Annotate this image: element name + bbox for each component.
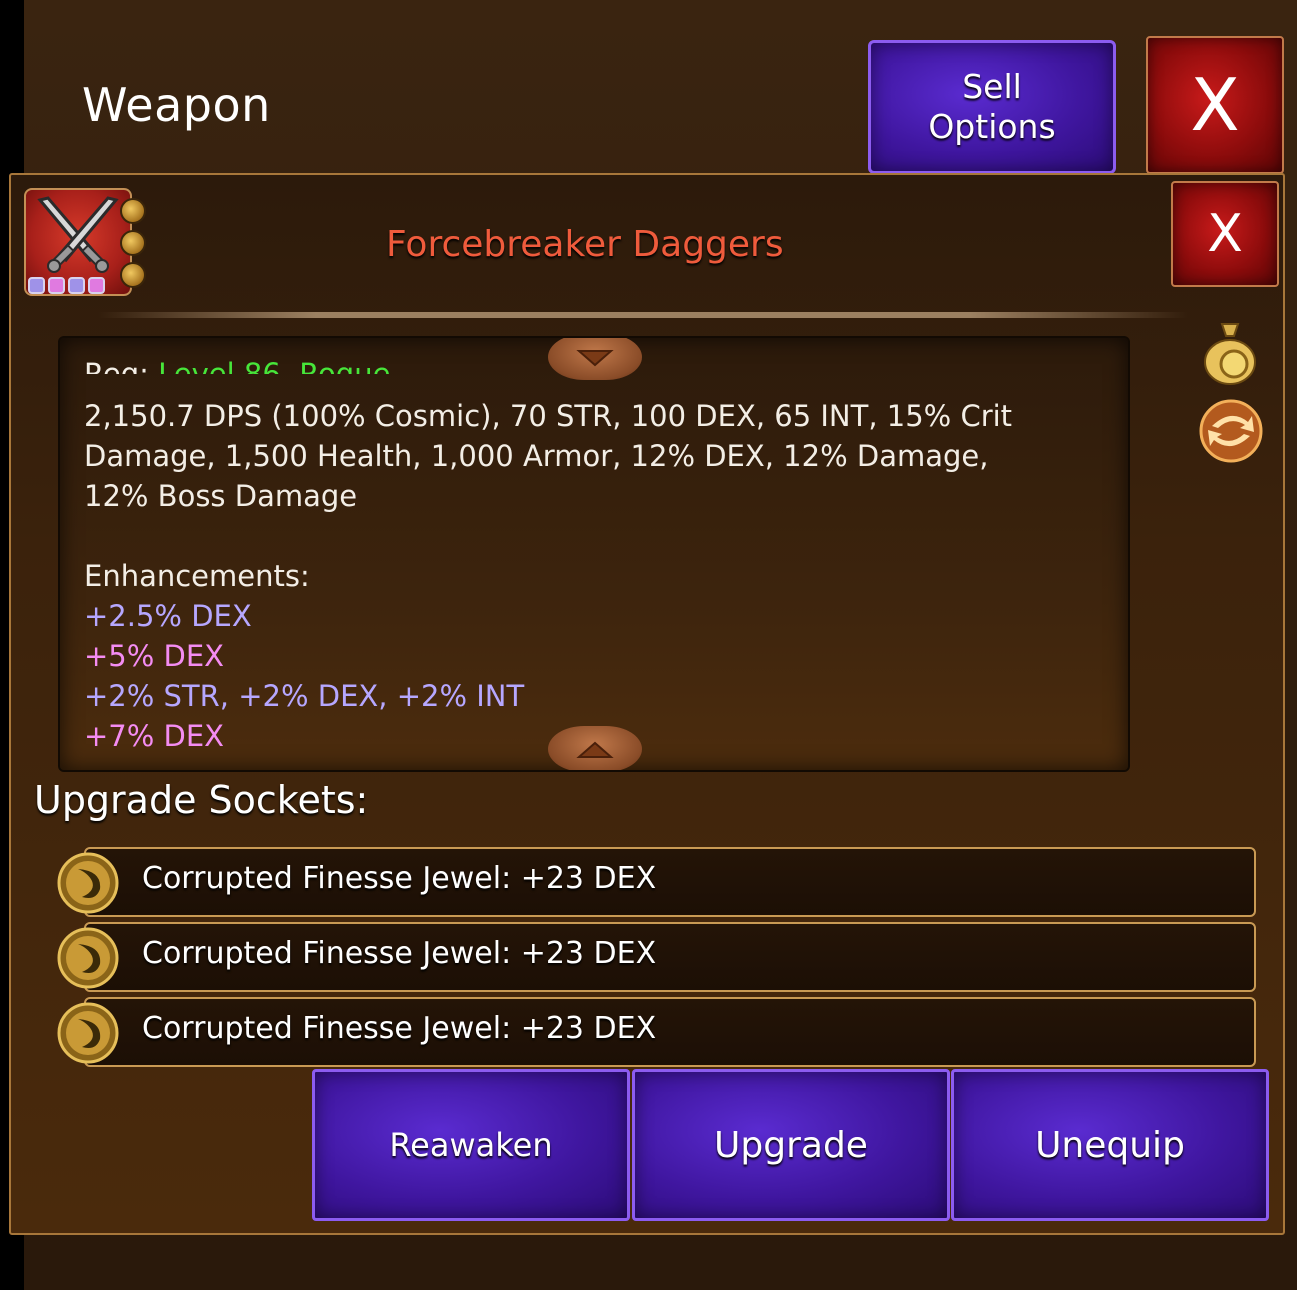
jewel-icon xyxy=(56,851,120,915)
enhancement-gem xyxy=(48,277,65,294)
close-icon: X xyxy=(1190,63,1240,147)
gold-bag-icon[interactable] xyxy=(1200,318,1260,386)
socket-label: Corrupted Finesse Jewel: +23 DEX xyxy=(142,861,657,896)
stats-line: 12% Boss Damage xyxy=(84,479,358,513)
close-icon: X xyxy=(1207,204,1243,264)
divider xyxy=(98,312,1188,318)
scroll-up-button[interactable] xyxy=(548,338,642,380)
enhancement-gem xyxy=(68,277,85,294)
enhancement-line: +2.5% DEX xyxy=(84,599,252,633)
chevron-up-icon xyxy=(576,741,614,758)
sockets-title: Upgrade Sockets: xyxy=(34,778,369,822)
socket-row[interactable]: Corrupted Finesse Jewel: +23 DEX xyxy=(84,922,1256,992)
stats-line: Damage, 1,500 Health, 1,000 Armor, 12% D… xyxy=(84,439,989,473)
jewel-icon xyxy=(56,1001,120,1065)
swap-arrows-icon[interactable] xyxy=(1198,398,1264,464)
enhancement-line: +5% DEX xyxy=(84,639,225,673)
chevron-down-icon xyxy=(576,350,614,367)
upgrade-button[interactable]: Upgrade xyxy=(632,1069,950,1221)
close-window-button[interactable]: X xyxy=(1146,36,1284,174)
sell-label-line2: Options xyxy=(928,107,1056,146)
stats-panel[interactable]: Req: Level 86, Rogue 2,150.7 DPS (100% C… xyxy=(58,336,1130,772)
req-label: Req: xyxy=(84,357,149,374)
stats-text: 2,150.7 DPS (100% Cosmic), 70 STR, 100 D… xyxy=(84,396,1104,756)
socket-indicator xyxy=(120,230,146,256)
scroll-down-button[interactable] xyxy=(548,726,642,770)
sell-options-button[interactable]: Sell Options xyxy=(868,40,1116,174)
reawaken-button[interactable]: Reawaken xyxy=(312,1069,630,1221)
close-item-button[interactable]: X xyxy=(1171,181,1279,287)
unequip-button[interactable]: Unequip xyxy=(951,1069,1269,1221)
upgrade-label: Upgrade xyxy=(714,1124,868,1166)
requirement-line: Req: Level 86, Rogue xyxy=(84,354,390,374)
socket-row[interactable]: Corrupted Finesse Jewel: +23 DEX xyxy=(84,847,1256,917)
jewel-icon xyxy=(56,926,120,990)
sell-label-line1: Sell xyxy=(962,67,1022,106)
socket-row[interactable]: Corrupted Finesse Jewel: +23 DEX xyxy=(84,997,1256,1067)
socket-label: Corrupted Finesse Jewel: +23 DEX xyxy=(142,1011,657,1046)
socket-indicator xyxy=(120,198,146,224)
stats-line: 2,150.7 DPS (100% Cosmic), 70 STR, 100 D… xyxy=(84,399,1013,433)
enhancement-line: +2% STR, +2% DEX, +2% INT xyxy=(84,679,525,713)
item-name: Forcebreaker Daggers xyxy=(386,224,784,265)
socket-label: Corrupted Finesse Jewel: +23 DEX xyxy=(142,936,657,971)
page-title: Weapon xyxy=(82,78,271,132)
enhancement-gem xyxy=(88,277,105,294)
unequip-label: Unequip xyxy=(1035,1124,1185,1166)
enhancements-label: Enhancements: xyxy=(84,559,310,593)
req-value: Level 86, Rogue xyxy=(158,357,391,374)
enhancement-gem xyxy=(28,277,45,294)
reawaken-label: Reawaken xyxy=(389,1126,553,1164)
socket-indicator xyxy=(120,262,146,288)
